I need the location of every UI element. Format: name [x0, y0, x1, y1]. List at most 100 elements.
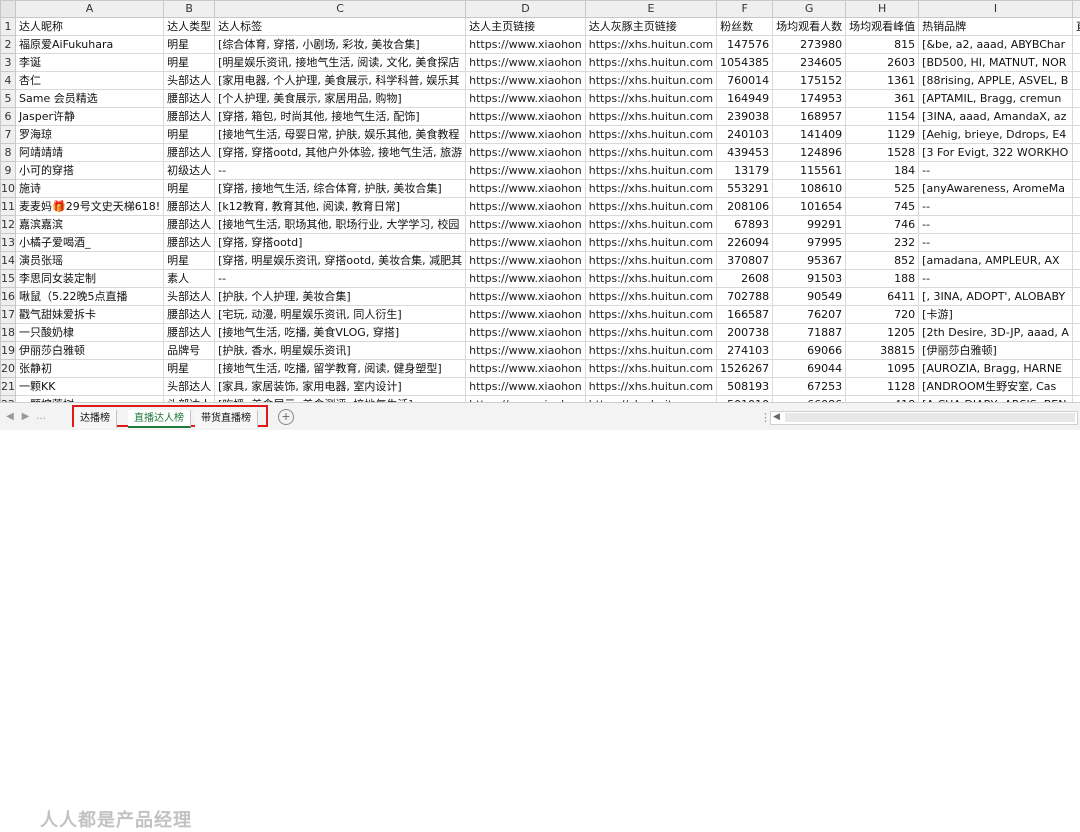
more-sheets-icon[interactable]: … — [35, 411, 47, 425]
row-number[interactable]: 10 — [1, 180, 16, 198]
tab-sheet-2[interactable]: 直播达人榜 — [128, 410, 191, 428]
table-cell[interactable]: 1 — [1072, 162, 1080, 180]
table-cell[interactable]: Jasper许静 — [16, 108, 164, 126]
table-cell[interactable]: 明星 — [164, 360, 215, 378]
table-cell[interactable]: [APTAMIL, Bragg, cremun — [919, 90, 1073, 108]
table-cell[interactable]: 1 — [1072, 54, 1080, 72]
table-cell[interactable]: 6411 — [846, 288, 919, 306]
table-cell[interactable]: 361 — [846, 90, 919, 108]
header-cell[interactable]: 粉丝数 — [717, 18, 773, 36]
table-cell[interactable]: https://www.xiaohon — [466, 306, 586, 324]
table-cell[interactable]: 76207 — [773, 306, 846, 324]
scroll-left-icon[interactable]: ◀ — [773, 412, 780, 422]
table-cell[interactable]: https://www.xiaohon — [466, 108, 586, 126]
row-number[interactable]: 4 — [1, 72, 16, 90]
table-cell[interactable]: https://xhs.huitun.com — [585, 324, 716, 342]
table-cell[interactable]: https://www.xiaohon — [466, 270, 586, 288]
table-cell[interactable]: [amadana, AMPLEUR, AX — [919, 252, 1073, 270]
column-letter[interactable]: H — [846, 1, 919, 18]
table-cell[interactable]: https://xhs.huitun.com — [585, 306, 716, 324]
table-cell[interactable]: 1361 — [846, 72, 919, 90]
row-number[interactable]: 14 — [1, 252, 16, 270]
table-cell[interactable]: https://www.xiaohon — [466, 126, 586, 144]
table-cell[interactable]: 腰部达人 — [164, 234, 215, 252]
row-number[interactable]: 9 — [1, 162, 16, 180]
table-cell[interactable]: 200738 — [717, 324, 773, 342]
table-cell[interactable]: 头部达人 — [164, 288, 215, 306]
table-cell[interactable]: 明星 — [164, 36, 215, 54]
tab-sheet-3[interactable]: 带货直播榜 — [195, 410, 258, 428]
header-cell[interactable]: 热销品牌 — [919, 18, 1073, 36]
row-number[interactable]: 17 — [1, 306, 16, 324]
table-cell[interactable]: [家具, 家居装饰, 家用电器, 室内设计] — [215, 378, 466, 396]
table-cell[interactable]: 99291 — [773, 216, 846, 234]
table-cell[interactable]: 张静初 — [16, 360, 164, 378]
table-cell[interactable]: 2603 — [846, 54, 919, 72]
table-cell[interactable]: 71887 — [773, 324, 846, 342]
table-cell[interactable]: 1205 — [846, 324, 919, 342]
table-cell[interactable]: [3 For Evigt, 322 WORKHO — [919, 144, 1073, 162]
table-cell[interactable]: 一只酸奶棣 — [16, 324, 164, 342]
table-cell[interactable]: 小可的穿搭 — [16, 162, 164, 180]
table-cell[interactable]: 腰部达人 — [164, 144, 215, 162]
table-cell[interactable]: [穿搭, 箱包, 时尚其他, 接地气生活, 配饰] — [215, 108, 466, 126]
table-cell[interactable]: 1128 — [846, 378, 919, 396]
table-cell[interactable]: https://xhs.huitun.com — [585, 108, 716, 126]
table-cell[interactable]: 罗海琼 — [16, 126, 164, 144]
table-cell[interactable]: 745 — [846, 198, 919, 216]
table-cell[interactable]: 1 — [1072, 270, 1080, 288]
table-cell[interactable]: [护肤, 香水, 明星娱乐资讯] — [215, 342, 466, 360]
table-cell[interactable]: [穿搭, 明星娱乐资讯, 穿搭ootd, 美妆合集, 减肥其 — [215, 252, 466, 270]
table-cell[interactable]: [anyAwareness, AromeMa — [919, 180, 1073, 198]
table-cell[interactable]: https://xhs.huitun.com — [585, 198, 716, 216]
table-cell[interactable]: 508193 — [717, 378, 773, 396]
row-number[interactable]: 18 — [1, 324, 16, 342]
table-cell[interactable]: https://www.xiaohon — [466, 378, 586, 396]
table-cell[interactable]: 2608 — [717, 270, 773, 288]
table-cell[interactable]: 福原爱AiFukuhara — [16, 36, 164, 54]
table-cell[interactable]: 腰部达人 — [164, 306, 215, 324]
table-cell[interactable]: 702788 — [717, 288, 773, 306]
table-cell[interactable]: [Aehig, brieye, Ddrops, E4 — [919, 126, 1073, 144]
table-cell[interactable]: https://www.xiaohon — [466, 162, 586, 180]
table-cell[interactable]: 1 — [1072, 252, 1080, 270]
table-cell[interactable]: 1528 — [846, 144, 919, 162]
table-cell[interactable]: 124896 — [773, 144, 846, 162]
table-cell[interactable]: 240103 — [717, 126, 773, 144]
table-cell[interactable]: 101654 — [773, 198, 846, 216]
table-cell[interactable]: 明星 — [164, 180, 215, 198]
table-cell[interactable]: 13179 — [717, 162, 773, 180]
table-cell[interactable]: [AUROZIA, Bragg, HARNE — [919, 360, 1073, 378]
table-cell[interactable]: https://xhs.huitun.com — [585, 252, 716, 270]
table-cell[interactable]: [接地气生活, 母婴日常, 护肤, 娱乐其他, 美食教程 — [215, 126, 466, 144]
table-cell[interactable]: 553291 — [717, 180, 773, 198]
table-cell[interactable]: https://www.xiaohon — [466, 198, 586, 216]
table-cell[interactable]: [, 3INA, ADOPT', ALOBABY — [919, 288, 1073, 306]
table-cell[interactable]: https://xhs.huitun.com — [585, 360, 716, 378]
table-cell[interactable]: https://www.xiaohon — [466, 90, 586, 108]
table-cell[interactable]: [综合体育, 穿搭, 小剧场, 彩妆, 美妆合集] — [215, 36, 466, 54]
table-cell[interactable]: 69066 — [773, 342, 846, 360]
table-cell[interactable]: 1 — [1072, 342, 1080, 360]
table-cell[interactable]: [k12教育, 教育其他, 阅读, 教育日常] — [215, 198, 466, 216]
header-cell[interactable]: 达人灰豚主页链接 — [585, 18, 716, 36]
row-number[interactable]: 2 — [1, 36, 16, 54]
scrollbar-thumb[interactable] — [785, 413, 1075, 422]
table-cell[interactable]: [穿搭, 穿搭ootd, 其他户外体验, 接地气生活, 旅游 — [215, 144, 466, 162]
table-cell[interactable]: 852 — [846, 252, 919, 270]
table-cell[interactable]: https://xhs.huitun.com — [585, 270, 716, 288]
table-cell[interactable]: 1 — [1072, 360, 1080, 378]
row-number[interactable]: 13 — [1, 234, 16, 252]
table-cell[interactable]: 234605 — [773, 54, 846, 72]
table-cell[interactable]: https://www.xiaohon — [466, 252, 586, 270]
table-cell[interactable]: https://xhs.huitun.com — [585, 216, 716, 234]
header-cell[interactable]: 达人标签 — [215, 18, 466, 36]
table-cell[interactable]: https://www.xiaohon — [466, 216, 586, 234]
row-number[interactable]: 15 — [1, 270, 16, 288]
table-cell[interactable]: 95367 — [773, 252, 846, 270]
table-cell[interactable]: [明星娱乐资讯, 接地气生活, 阅读, 文化, 美食探店 — [215, 54, 466, 72]
table-cell[interactable]: 1 — [1072, 288, 1080, 306]
table-cell[interactable]: 腰部达人 — [164, 324, 215, 342]
row-number[interactable]: 6 — [1, 108, 16, 126]
table-cell[interactable]: [卡游] — [919, 306, 1073, 324]
